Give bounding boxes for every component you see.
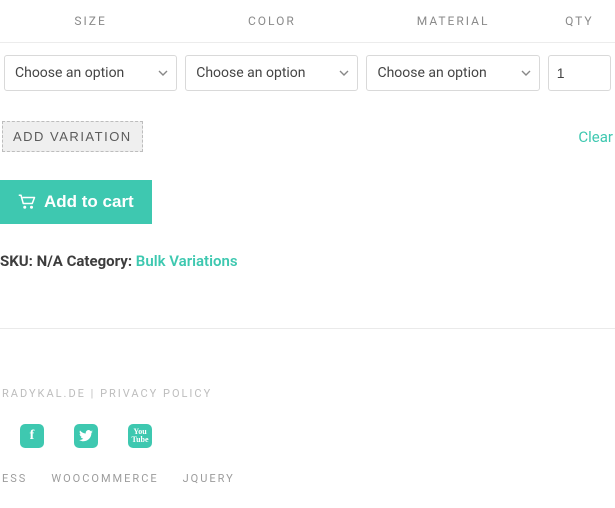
youtube-icon[interactable]: YouTube <box>128 424 152 448</box>
category-label: Category: <box>67 252 132 270</box>
size-select-value: Choose an option <box>15 65 124 81</box>
footer-radykal-link[interactable]: RADYKAL.DE <box>2 387 86 400</box>
add-to-cart-button[interactable]: Add to cart <box>0 180 152 224</box>
chevron-down-icon <box>521 68 531 78</box>
footer-top: RADYKAL.DE | PRIVACY POLICY <box>2 387 613 400</box>
color-select-value: Choose an option <box>196 65 305 81</box>
social-icons: f YouTube <box>2 424 613 448</box>
color-select[interactable]: Choose an option <box>185 55 358 91</box>
material-select[interactable]: Choose an option <box>366 55 539 91</box>
chevron-down-icon <box>339 68 349 78</box>
header-color: COLOR <box>181 6 362 43</box>
category-link[interactable]: Bulk Variations <box>136 252 238 270</box>
footer-sep: | <box>86 387 100 400</box>
header-size: SIZE <box>0 6 181 43</box>
facebook-icon[interactable]: f <box>20 424 44 448</box>
variation-row: Choose an option Choose an option Choose… <box>0 43 615 104</box>
sku-value: N/A <box>37 252 63 270</box>
variations-table: SIZE COLOR MATERIAL QTY Choose an option… <box>0 6 615 103</box>
footer-privacy-link[interactable]: PRIVACY POLICY <box>100 387 212 400</box>
product-meta: SKU: N/A Category: Bulk Variations <box>0 252 615 270</box>
footer-links: ESS WOOCOMMERCE JQUERY <box>2 472 613 485</box>
footer-link-jquery[interactable]: JQUERY <box>183 472 235 485</box>
header-material: MATERIAL <box>362 6 543 43</box>
add-to-cart-label: Add to cart <box>44 192 134 212</box>
footer-link-woocommerce[interactable]: WOOCOMMERCE <box>51 472 158 485</box>
size-select[interactable]: Choose an option <box>4 55 177 91</box>
footer-divider <box>0 328 615 329</box>
sku-label: SKU: <box>0 252 33 270</box>
cart-icon <box>18 194 36 210</box>
material-select-value: Choose an option <box>377 65 486 81</box>
footer-link-ess[interactable]: ESS <box>2 472 27 485</box>
add-variation-button[interactable]: ADD VARIATION <box>2 121 143 152</box>
clear-link[interactable]: Clear <box>578 128 613 146</box>
twitter-icon[interactable] <box>74 424 98 448</box>
qty-input[interactable] <box>548 55 611 91</box>
page-footer: RADYKAL.DE | PRIVACY POLICY f YouTube ES… <box>0 387 615 485</box>
chevron-down-icon <box>158 68 168 78</box>
header-qty: QTY <box>544 6 615 43</box>
